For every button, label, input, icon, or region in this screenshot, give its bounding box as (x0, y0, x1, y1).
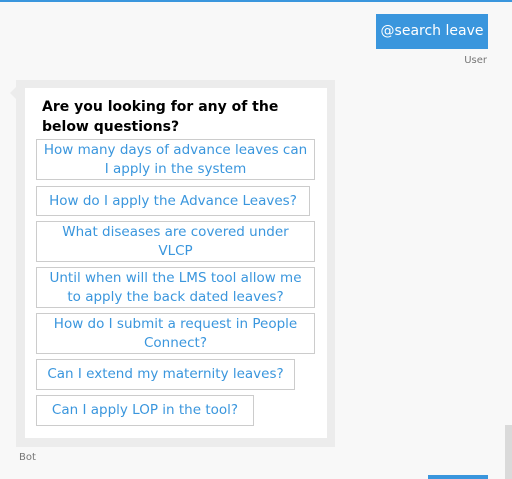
suggestion-button-people-connect-request[interactable]: How do I submit a request in People Conn… (36, 313, 315, 354)
suggestion-button-apply-advance-leaves[interactable]: How do I apply the Advance Leaves? (36, 186, 310, 216)
card-title: Are you looking for any of the below que… (42, 99, 279, 135)
suggestion-button-vlcp-diseases[interactable]: What diseases are covered under VLCP (36, 221, 315, 262)
user-sender-label: User (464, 55, 487, 66)
suggestion-label: How many days of advance leaves can I ap… (43, 141, 308, 177)
suggestion-label: Can I extend my maternity leaves? (47, 366, 284, 382)
bot-sender-label: Bot (19, 452, 36, 463)
suggestion-label: What diseases are covered under VLCP (62, 223, 289, 259)
suggestion-button-back-dated-leaves[interactable]: Until when will the LMS tool allow me to… (36, 267, 315, 308)
chat-scrollbar-thumb[interactable] (505, 425, 512, 479)
user-message-text: @search leave (380, 23, 484, 39)
suggestion-label: Until when will the LMS tool allow me to… (49, 269, 302, 305)
bot-message-tail (10, 86, 17, 100)
bot-suggestion-card: Are you looking for any of the below que… (25, 88, 327, 438)
suggestion-label: How do I submit a request in People Conn… (53, 315, 298, 351)
suggestion-button-advance-leave-days[interactable]: How many days of advance leaves can I ap… (36, 139, 315, 180)
user-message-bubble: @search leave (376, 14, 488, 49)
suggestion-label: Can I apply LOP in the tool? (51, 402, 239, 418)
suggestion-button-apply-lop[interactable]: Can I apply LOP in the tool? (36, 395, 254, 426)
suggestion-button-extend-maternity-leaves[interactable]: Can I extend my maternity leaves? (36, 359, 295, 390)
next-message-bubble-partial (428, 475, 488, 479)
suggestion-label: How do I apply the Advance Leaves? (49, 192, 297, 209)
